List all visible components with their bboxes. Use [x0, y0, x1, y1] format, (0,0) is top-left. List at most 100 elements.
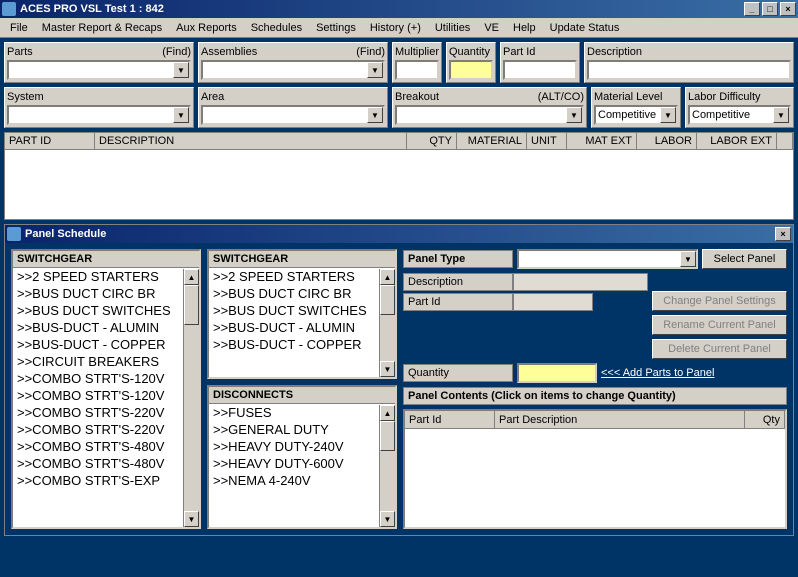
scroll-thumb[interactable] [380, 421, 395, 451]
list-item[interactable]: >>COMBO STRT'S-120V [13, 387, 199, 404]
desc-value [513, 273, 648, 291]
menu-help[interactable]: Help [507, 20, 542, 36]
dropdown-arrow-icon[interactable] [566, 107, 582, 123]
panel-contents-grid[interactable]: Part Id Part Description Qty [403, 409, 787, 529]
col-qty[interactable]: QTY [407, 133, 457, 149]
system-combo[interactable] [7, 105, 191, 125]
select-panel-button[interactable]: Select Panel [702, 249, 787, 269]
scrollbar[interactable]: ▲ ▼ [183, 269, 199, 527]
scroll-down-icon[interactable]: ▼ [380, 511, 395, 527]
list-item[interactable]: >>BUS-DUCT - COPPER [209, 336, 395, 353]
list-item[interactable]: >>COMBO STRT'S-480V [13, 455, 199, 472]
dropdown-arrow-icon[interactable] [680, 251, 696, 267]
menu-ve[interactable]: VE [478, 20, 505, 36]
menu-update-status[interactable]: Update Status [544, 20, 626, 36]
list-item[interactable]: >>COMBO STRT'S-120V [13, 370, 199, 387]
labdiff-field: Labor Difficulty Competitive [685, 87, 794, 128]
scroll-up-icon[interactable]: ▲ [380, 269, 395, 285]
change-panel-button[interactable]: Change Panel Settings [652, 291, 787, 311]
minimize-button[interactable]: _ [744, 2, 760, 16]
col-labor[interactable]: LABOR [637, 133, 697, 149]
area-combo[interactable] [201, 105, 385, 125]
col-unit[interactable]: UNIT [527, 133, 567, 149]
list-item[interactable]: >>BUS DUCT CIRC BR [209, 285, 395, 302]
partid-value [513, 293, 593, 311]
dropdown-arrow-icon[interactable] [367, 107, 383, 123]
assemblies-hint: (Find) [356, 46, 385, 58]
scrollbar[interactable]: ▲ ▼ [379, 405, 395, 527]
close-button[interactable]: × [780, 2, 796, 16]
partid-field: Part Id [500, 42, 580, 83]
maximize-button[interactable]: □ [762, 2, 778, 16]
dropdown-arrow-icon[interactable] [367, 62, 383, 78]
list-item[interactable]: >>BUS DUCT SWITCHES [209, 302, 395, 319]
dropdown-arrow-icon[interactable] [173, 107, 189, 123]
list-item[interactable]: >>COMBO STRT'S-EXP [13, 472, 199, 489]
cont-col-qty[interactable]: Qty [745, 411, 785, 428]
switchgear-list-left[interactable]: SWITCHGEAR >>2 SPEED STARTERS>>BUS DUCT … [11, 249, 201, 529]
dropdown-arrow-icon[interactable] [173, 62, 189, 78]
dropdown-arrow-icon[interactable] [660, 107, 676, 123]
grid-body[interactable] [4, 150, 794, 220]
scroll-up-icon[interactable]: ▲ [380, 405, 395, 421]
cont-col-partid[interactable]: Part Id [405, 411, 495, 428]
switchgear-list-right[interactable]: SWITCHGEAR >>2 SPEED STARTERS>>BUS DUCT … [207, 249, 397, 379]
list-item[interactable]: >>CIRCUIT BREAKERS [13, 353, 199, 370]
panel-schedule-close-button[interactable]: × [775, 227, 791, 241]
multiplier-input[interactable] [395, 60, 439, 80]
list-item[interactable]: >>NEMA 4-240V [209, 472, 395, 489]
scroll-thumb[interactable] [380, 285, 395, 315]
description-input[interactable] [587, 60, 791, 80]
dropdown-arrow-icon[interactable] [773, 107, 789, 123]
list-item[interactable]: >>COMBO STRT'S-220V [13, 421, 199, 438]
matlevel-combo[interactable]: Competitive [594, 105, 678, 125]
add-parts-link[interactable]: <<< Add Parts to Panel [601, 367, 714, 379]
grid-header: PART ID DESCRIPTION QTY MATERIAL UNIT MA… [4, 132, 794, 150]
list-item[interactable]: >>BUS-DUCT - ALUMIN [209, 319, 395, 336]
col-description[interactable]: DESCRIPTION [95, 133, 407, 149]
list-item[interactable]: >>BUS-DUCT - ALUMIN [13, 319, 199, 336]
col-laborext[interactable]: LABOR EXT [697, 133, 777, 149]
rename-panel-button[interactable]: Rename Current Panel [652, 315, 787, 335]
panel-type-combo[interactable] [517, 249, 698, 269]
scroll-thumb[interactable] [184, 285, 199, 325]
disconnects-list[interactable]: DISCONNECTS >>FUSES>>GENERAL DUTY>>HEAVY… [207, 385, 397, 529]
list-item[interactable]: >>HEAVY DUTY-600V [209, 455, 395, 472]
menu-schedules[interactable]: Schedules [245, 20, 308, 36]
list-item[interactable]: >>BUS DUCT CIRC BR [13, 285, 199, 302]
delete-panel-button[interactable]: Delete Current Panel [652, 339, 787, 359]
labdiff-combo[interactable]: Competitive [688, 105, 791, 125]
list-item[interactable]: >>COMBO STRT'S-220V [13, 404, 199, 421]
parts-hint: (Find) [162, 46, 191, 58]
list-item[interactable]: >>GENERAL DUTY [209, 421, 395, 438]
breakout-combo[interactable] [395, 105, 584, 125]
scroll-down-icon[interactable]: ▼ [184, 511, 199, 527]
menu-utilities[interactable]: Utilities [429, 20, 476, 36]
menu-file[interactable]: File [4, 20, 34, 36]
partid-input[interactable] [503, 60, 577, 80]
assemblies-combo[interactable] [201, 60, 385, 80]
list-item[interactable]: >>BUS-DUCT - COPPER [13, 336, 199, 353]
scroll-up-icon[interactable]: ▲ [184, 269, 199, 285]
col-material[interactable]: MATERIAL [457, 133, 527, 149]
menu-master-report[interactable]: Master Report & Recaps [36, 20, 168, 36]
breakout-hint: (ALT/CO) [538, 91, 584, 103]
col-partid[interactable]: PART ID [5, 133, 95, 149]
qty-input[interactable] [517, 363, 597, 383]
switchgear-header: SWITCHGEAR [13, 251, 199, 268]
scrollbar[interactable]: ▲ ▼ [379, 269, 395, 377]
menu-aux-reports[interactable]: Aux Reports [170, 20, 243, 36]
list-item[interactable]: >>COMBO STRT'S-480V [13, 438, 199, 455]
list-item[interactable]: >>FUSES [209, 404, 395, 421]
cont-col-desc[interactable]: Part Description [495, 411, 745, 428]
scroll-down-icon[interactable]: ▼ [380, 361, 395, 377]
list-item[interactable]: >>BUS DUCT SWITCHES [13, 302, 199, 319]
list-item[interactable]: >>HEAVY DUTY-240V [209, 438, 395, 455]
col-matext[interactable]: MAT EXT [567, 133, 637, 149]
parts-combo[interactable] [7, 60, 191, 80]
quantity-input[interactable] [449, 60, 493, 80]
menu-settings[interactable]: Settings [310, 20, 362, 36]
list-item[interactable]: >>2 SPEED STARTERS [13, 268, 199, 285]
menu-history[interactable]: History (+) [364, 20, 427, 36]
list-item[interactable]: >>2 SPEED STARTERS [209, 268, 395, 285]
